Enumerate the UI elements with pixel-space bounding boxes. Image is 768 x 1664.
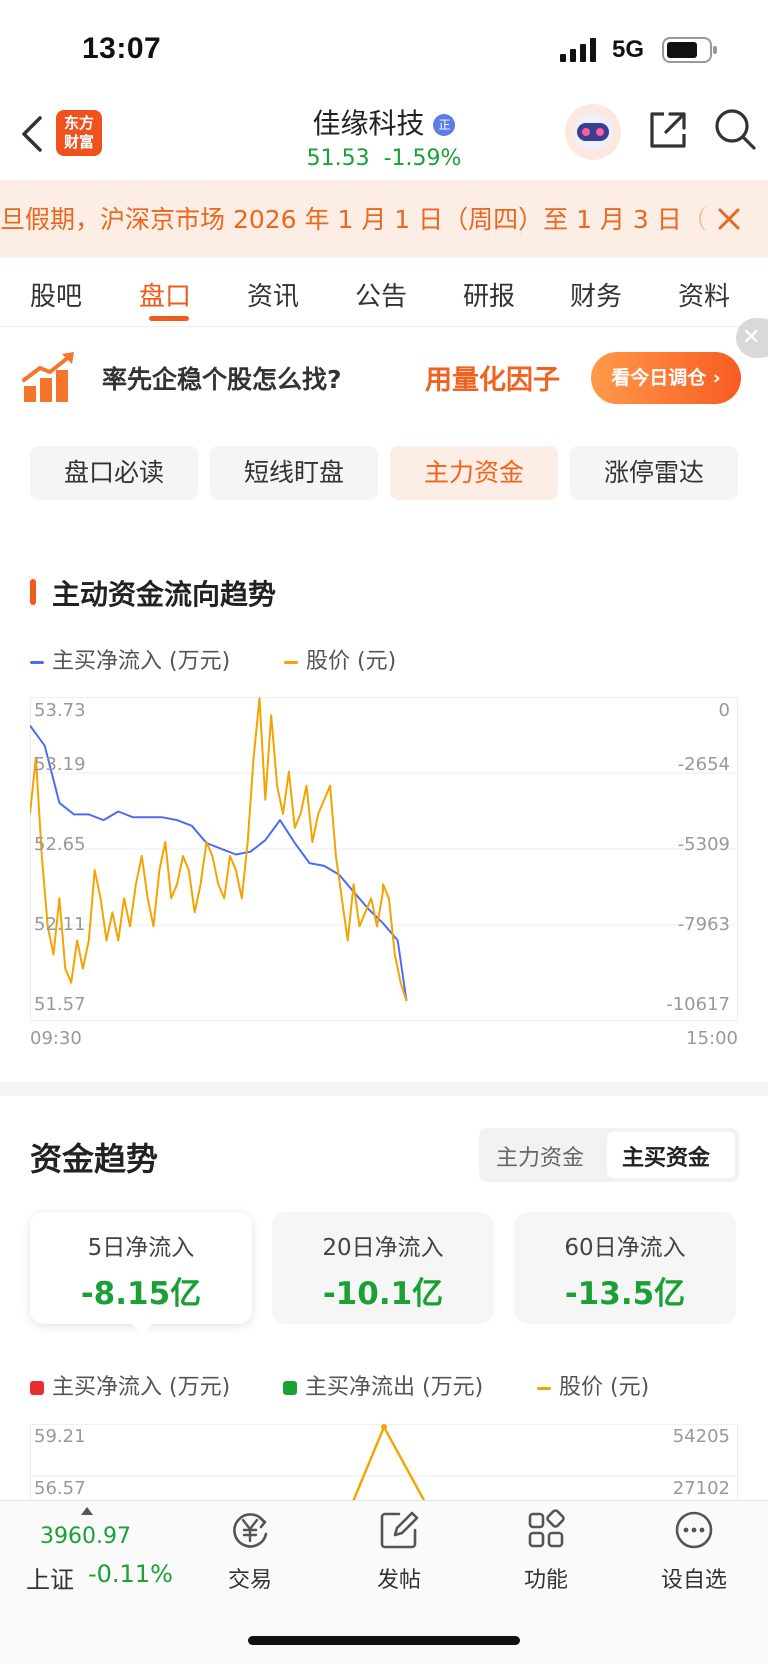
banner-highlight: 用量化因子 — [425, 365, 560, 396]
status-bar: 13:07 5G — [0, 0, 768, 100]
legend-inflow-swatch — [30, 1381, 44, 1395]
right-tick-3: -7963 — [677, 914, 730, 935]
trend-price-point — [381, 1424, 387, 1430]
active-tab-indicator — [149, 316, 189, 321]
tab-pankou[interactable]: 盘口 — [139, 276, 191, 313]
card-5d[interactable]: 5日净流入 -8.15亿 — [30, 1212, 252, 1324]
left-tick-4: 51.57 — [34, 994, 86, 1015]
network-label: 5G — [612, 36, 645, 63]
card-20d-value: -10.1亿 — [322, 1276, 444, 1312]
toggle-active-buy-funds[interactable]: 主买资金 — [622, 1140, 710, 1172]
price-series-line — [30, 697, 408, 1002]
nav-functions[interactable]: 功能 — [496, 1562, 596, 1594]
legend-outflow-swatch — [283, 1381, 297, 1395]
stock-name: 佳缘科技 — [312, 107, 425, 140]
legend-price: 股价 (元) — [284, 643, 396, 675]
trend-chart — [30, 1424, 736, 1504]
card-20d[interactable]: 20日净流入 -10.1亿 — [272, 1212, 494, 1324]
nav-post[interactable]: 发帖 — [349, 1562, 449, 1594]
right-tick-2: -5309 — [677, 834, 730, 855]
trend-left-tick-1: 56.57 — [34, 1478, 86, 1499]
index-name[interactable]: 上证 — [26, 1560, 74, 1595]
holiday-notice[interactable]: 旦假期，沪深京市场 2026 年 1 月 1 日（周四）至 1 月 3 日（ — [0, 180, 768, 258]
card-pointer — [130, 1322, 154, 1334]
right-tick-0: 0 — [718, 700, 730, 721]
signal-icon — [560, 38, 596, 62]
chip-short-term[interactable]: 短线盯盘 — [210, 446, 378, 500]
stock-quote: 51.53 -1.59% — [0, 146, 768, 171]
more-dots-icon[interactable] — [672, 1508, 716, 1552]
card-5d-label: 5日净流入 — [87, 1235, 195, 1261]
status-time: 13:07 — [82, 32, 162, 65]
nav-add-watchlist[interactable]: 设自选 — [644, 1562, 744, 1594]
tab-finance[interactable]: 财务 — [570, 276, 622, 313]
tab-profile[interactable]: 资料 — [678, 276, 730, 313]
card-5d-value: -8.15亿 — [80, 1276, 202, 1312]
close-icon[interactable] — [716, 206, 742, 232]
flow-series-line — [30, 725, 408, 1002]
chip-limit-up-radar[interactable]: 涨停雷达 — [570, 446, 738, 500]
stock-price: 51.53 — [306, 146, 370, 171]
tab-bar: 股吧 盘口 资讯 公告 研报 财务 资料 — [0, 258, 768, 327]
notice-text: 旦假期，沪深京市场 2026 年 1 月 1 日（周四）至 1 月 3 日（ — [0, 205, 707, 234]
legend-price-2-label: 股价 (元) — [559, 1375, 650, 1400]
nav-trade[interactable]: 交易 — [200, 1562, 300, 1594]
section-marker — [30, 579, 36, 605]
tab-guba[interactable]: 股吧 — [30, 276, 82, 313]
legend-outflow: 主买净流出 (万元) — [283, 1369, 483, 1401]
view-rebalance-button[interactable]: 看今日调仓 › — [591, 352, 741, 404]
left-tick-2: 52.65 — [34, 834, 86, 855]
right-tick-4: -10617 — [666, 994, 730, 1015]
time-end: 15:00 — [686, 1028, 738, 1049]
fund-trend-title: 资金趋势 — [30, 1140, 159, 1178]
legend-flow-label: 主买净流入 (万元) — [52, 649, 231, 674]
left-tick-1: 53.19 — [34, 754, 86, 775]
legend-flow-swatch — [30, 660, 44, 664]
stock-title: 佳缘科技 正 — [0, 102, 768, 142]
trend-right-tick-1: 27102 — [672, 1478, 730, 1499]
index-value[interactable]: 3960.97 — [40, 1524, 131, 1549]
badge-icon: 正 — [433, 114, 456, 136]
trade-yen-icon[interactable] — [228, 1508, 272, 1552]
flow-chart — [30, 697, 736, 1002]
trend-price-line — [350, 1424, 428, 1504]
card-20d-label: 20日净流入 — [322, 1235, 444, 1261]
legend-price-label: 股价 (元) — [306, 649, 397, 674]
tab-research[interactable]: 研报 — [463, 276, 515, 313]
banner-question: 率先企稳个股怎么找? — [102, 365, 342, 394]
index-change[interactable]: -0.11% — [88, 1560, 173, 1588]
banner-close-icon[interactable]: ✕ — [736, 318, 768, 358]
post-edit-icon[interactable] — [377, 1508, 421, 1552]
tab-announcements[interactable]: 公告 — [355, 276, 407, 313]
chip-main-funds[interactable]: 主力资金 — [390, 446, 558, 500]
flow-section-title: 主动资金流向趋势 — [52, 578, 277, 611]
card-60d-value: -13.5亿 — [564, 1276, 686, 1312]
caret-up-icon[interactable] — [80, 1506, 94, 1516]
trend-right-tick-0: 54205 — [672, 1426, 730, 1447]
chip-must-read[interactable]: 盘口必读 — [30, 446, 198, 500]
functions-grid-icon[interactable] — [524, 1508, 568, 1552]
left-tick-0: 53.73 — [34, 700, 86, 721]
home-indicator — [248, 1636, 520, 1645]
legend-flow: 主买净流入 (万元) — [30, 643, 230, 675]
card-60d[interactable]: 60日净流入 -13.5亿 — [514, 1212, 736, 1324]
stock-change: -1.59% — [383, 146, 462, 171]
card-60d-label: 60日净流入 — [564, 1235, 686, 1261]
legend-inflow: 主买净流入 (万元) — [30, 1369, 230, 1401]
battery-icon — [662, 37, 717, 63]
legend-outflow-label: 主买净流出 (万元) — [305, 1375, 484, 1400]
right-tick-1: -2654 — [677, 754, 730, 775]
tab-news[interactable]: 资讯 — [247, 276, 299, 313]
bar-chart-growth-icon — [22, 352, 74, 402]
trend-left-tick-0: 59.21 — [34, 1426, 86, 1447]
legend-price-2: 股价 (元) — [537, 1369, 649, 1401]
section-divider — [0, 1082, 768, 1096]
legend-price-2-swatch — [537, 1386, 551, 1390]
legend-inflow-label: 主买净流入 (万元) — [52, 1375, 231, 1400]
toggle-main-funds[interactable]: 主力资金 — [496, 1140, 584, 1172]
left-tick-3: 52.11 — [34, 914, 86, 935]
legend-price-swatch — [284, 660, 298, 664]
time-start: 09:30 — [30, 1028, 82, 1049]
